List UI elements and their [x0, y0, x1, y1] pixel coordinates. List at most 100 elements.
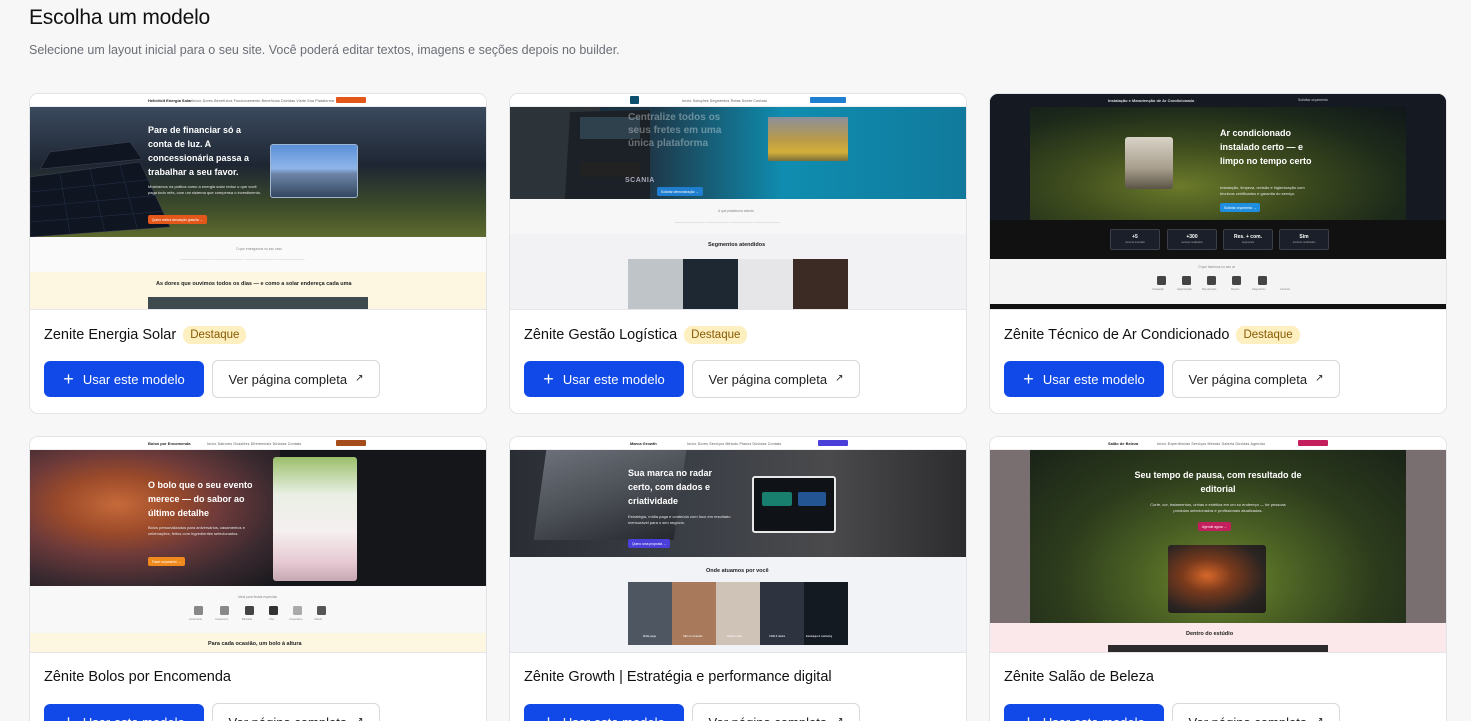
preview-navbar: Salão de Beleza Início Experiências Serv…: [990, 437, 1446, 450]
template-preview[interactable]: Marca Growth Início Dores Serviços Métod…: [510, 437, 966, 653]
external-link-icon: ↗: [355, 717, 363, 721]
preview-segment-tiles: [628, 259, 848, 309]
service-label: Contrato: [1280, 288, 1290, 291]
tile-label: SEO & conteúdo: [683, 635, 703, 638]
template-preview[interactable]: Salão de Beleza Início Experiências Serv…: [990, 437, 1446, 653]
service-label: Diagnóstico: [1252, 288, 1266, 291]
use-template-button[interactable]: + Usar este modelo: [524, 704, 684, 721]
preview-navbar: Marca Growth Início Dores Serviços Métod…: [510, 437, 966, 450]
preview-headline: Sua marca no radar certo, com dados e cr…: [628, 468, 713, 506]
occasion-icon: [317, 606, 326, 615]
view-full-page-button[interactable]: Ver página completa ↗: [212, 703, 380, 721]
preview-hero: Centralize todos os seus fretes em uma ú…: [510, 107, 966, 199]
preview-nav-links: Início Experiências Serviços Método Gale…: [1157, 441, 1266, 446]
use-template-label: Usar este modelo: [1042, 371, 1145, 387]
preview-body: Bolos personalizados para aniversários, …: [148, 525, 245, 536]
preview-footer-bar: [990, 304, 1446, 309]
template-title-row: Zênite Gestão Logística Destaque: [524, 326, 748, 344]
preview-trust-items: ————————— ——————— ——————— ————————: [675, 220, 780, 224]
stat-value: Res. + com.: [1234, 234, 1262, 240]
occasion-icon: [220, 606, 229, 615]
preview-truck-brand: SCANIA: [625, 177, 655, 184]
use-template-label: Usar este modelo: [562, 371, 665, 387]
view-full-page-button[interactable]: Ver página completa ↗: [692, 703, 860, 721]
view-full-page-label: Ver página completa: [1189, 715, 1308, 721]
use-template-button[interactable]: + Usar este modelo: [44, 361, 204, 397]
template-preview[interactable]: Início Soluções Segmentos Rotas Sobre Co…: [510, 94, 966, 310]
template-title-row: Zênite Growth | Estratégia e performance…: [524, 669, 832, 685]
external-link-icon: ↗: [1315, 373, 1324, 384]
preview-headline: Pare de financiar só a conta de luz. A c…: [148, 125, 250, 177]
external-link-icon: ↗: [835, 717, 843, 721]
template-name: Zênite Growth | Estratégia e performance…: [524, 669, 832, 685]
stat-value: +5: [1132, 234, 1138, 240]
external-link-icon: ↗: [1315, 717, 1323, 721]
view-full-page-button[interactable]: Ver página completa ↗: [692, 360, 860, 398]
preview-trust-title: O que entregamos no seu caso: [236, 247, 283, 251]
service-label: Manutenção: [1202, 288, 1217, 291]
preview-nav-cta: [1298, 440, 1328, 446]
plus-icon: +: [63, 369, 74, 389]
view-full-page-button[interactable]: Ver página completa ↗: [1172, 703, 1340, 721]
occasion-label: Chá: [269, 618, 274, 621]
use-template-button[interactable]: + Usar este modelo: [44, 704, 204, 721]
preview-hero: Pare de financiar só a conta de luz. A c…: [30, 107, 486, 237]
service-label: Instalação: [1152, 288, 1164, 291]
preview-section: Segmentos atendidos: [510, 234, 966, 309]
template-actions: + Usar este modelo Ver página completa ↗: [1004, 360, 1340, 398]
view-full-page-button[interactable]: Ver página completa ↗: [1172, 360, 1340, 398]
featured-badge: Destaque: [183, 326, 247, 344]
view-full-page-button[interactable]: Ver página completa ↗: [212, 360, 380, 398]
preview-nav-cta-label: Solicitar orçamento: [1298, 98, 1328, 102]
occasion-label: Aniversário: [189, 618, 202, 621]
preview-nav-cta: [336, 440, 366, 446]
preview-headline: Centralize todos os seus fretes em uma ú…: [628, 112, 722, 149]
service-icon: [1157, 276, 1166, 285]
preview-headline: O bolo que o seu evento merece — do sabo…: [148, 480, 253, 518]
preview-services: O que fazemos no seu ar Instalação Higie…: [990, 259, 1446, 304]
occasion-icon: [269, 606, 278, 615]
tile-label: Mídia paga: [643, 635, 656, 638]
preview-hero: Seu tempo de pausa, com resultado de edi…: [990, 450, 1446, 623]
preview-section: Onde atuamos por você Mídia paga SEO & c…: [510, 557, 966, 652]
preview-section-title: Dentro do estúdio: [1186, 631, 1234, 637]
template-preview[interactable]: HelioVolt Energia Solar Início Dores Ben…: [30, 94, 486, 310]
template-actions: + Usar este modelo Ver página completa ↗: [44, 360, 380, 398]
preview-section: Dentro do estúdio: [990, 623, 1446, 652]
preview-trust-title: Ideal para festas especiais: [238, 595, 278, 599]
preview-stat: +5 anos de mercado: [1110, 229, 1160, 250]
use-template-button[interactable]: + Usar este modelo: [524, 361, 684, 397]
plus-icon: +: [1023, 713, 1034, 721]
preview-body: Corte, cor, tratamentos, unhas e estétic…: [1150, 502, 1286, 513]
service-label: Reparo: [1231, 288, 1240, 291]
template-title-row: Zenite Energia Solar Destaque: [44, 326, 247, 344]
use-template-button[interactable]: + Usar este modelo: [1004, 704, 1164, 721]
view-full-page-label: Ver página completa: [709, 715, 828, 721]
preview-nav-cta: [336, 97, 366, 103]
preview-stat: Sim técnicos certificados: [1279, 229, 1329, 250]
preview-brand: HelioVolt Energia Solar: [148, 98, 192, 103]
template-preview[interactable]: Bolos por Encomenda Início Sabores Ocasi…: [30, 437, 486, 653]
preview-trust-band: A que plataforma atende ————————— ——————…: [510, 199, 966, 234]
page-title: Escolha um modelo: [29, 6, 211, 29]
template-preview[interactable]: Instalação e Manutenção de Ar Condiciona…: [990, 94, 1446, 310]
preview-stat: +300 serviços realizados: [1167, 229, 1217, 250]
page-subtitle: Selecione um layout inicial para o seu s…: [29, 43, 620, 57]
view-full-page-label: Ver página completa: [229, 715, 348, 721]
use-template-button[interactable]: + Usar este modelo: [1004, 361, 1164, 397]
preview-hero-image: [1030, 107, 1406, 220]
service-icon: [1207, 276, 1216, 285]
template-card-bolos: Bolos por Encomenda Início Sabores Ocasi…: [29, 436, 487, 721]
preview-hero-cta: Fazer orçamento →: [148, 557, 186, 566]
stat-value: Sim: [1299, 234, 1309, 240]
preview-section-title: Onde atuamos por você: [706, 568, 769, 574]
template-name: Zenite Energia Solar: [44, 327, 177, 343]
preview-navbar: HelioVolt Energia Solar Início Dores Ben…: [30, 94, 486, 107]
external-link-icon: ↗: [835, 373, 844, 384]
preview-nav-cta: [810, 97, 846, 103]
plus-icon: +: [1023, 369, 1034, 389]
template-card-growth: Marca Growth Início Dores Serviços Métod…: [509, 436, 967, 721]
occasion-label: Corporativo: [289, 618, 303, 621]
preview-body: Estratégia, mídia paga e conteúdo com fo…: [628, 514, 731, 525]
external-link-icon: ↗: [355, 373, 364, 384]
